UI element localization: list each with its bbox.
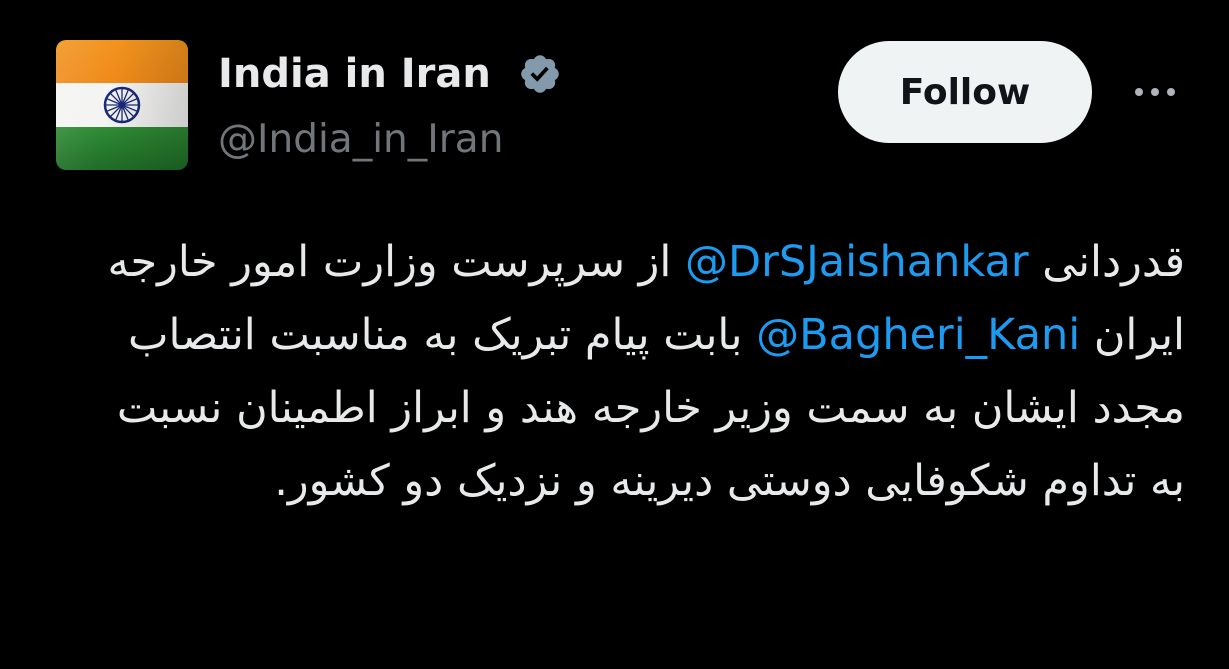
tweet-text: قدردانی @DrSJaishankar از سرپرست وزارت ا… bbox=[100, 226, 1186, 518]
more-horizontal-icon bbox=[1151, 88, 1159, 96]
mention-link-drsjaishankar[interactable]: @DrSJaishankar bbox=[685, 237, 1029, 287]
display-name[interactable]: India in Iran bbox=[218, 46, 491, 102]
user-handle[interactable]: @India_in_Iran bbox=[218, 114, 503, 166]
avatar[interactable] bbox=[56, 40, 188, 170]
follow-button[interactable]: Follow bbox=[838, 41, 1092, 143]
mention-link-bagheri-kani[interactable]: @Bagheri_Kani bbox=[756, 310, 1080, 360]
flag-shading bbox=[56, 40, 188, 170]
more-horizontal-icon bbox=[1167, 88, 1175, 96]
tweet-text-segment: قدردانی bbox=[1028, 237, 1185, 287]
tweet-card: India in Iran @India_in_Iran Follow قدرد… bbox=[0, 0, 1229, 669]
more-options-button[interactable] bbox=[1120, 72, 1190, 112]
more-horizontal-icon bbox=[1135, 88, 1143, 96]
verified-badge-icon[interactable] bbox=[512, 52, 568, 96]
